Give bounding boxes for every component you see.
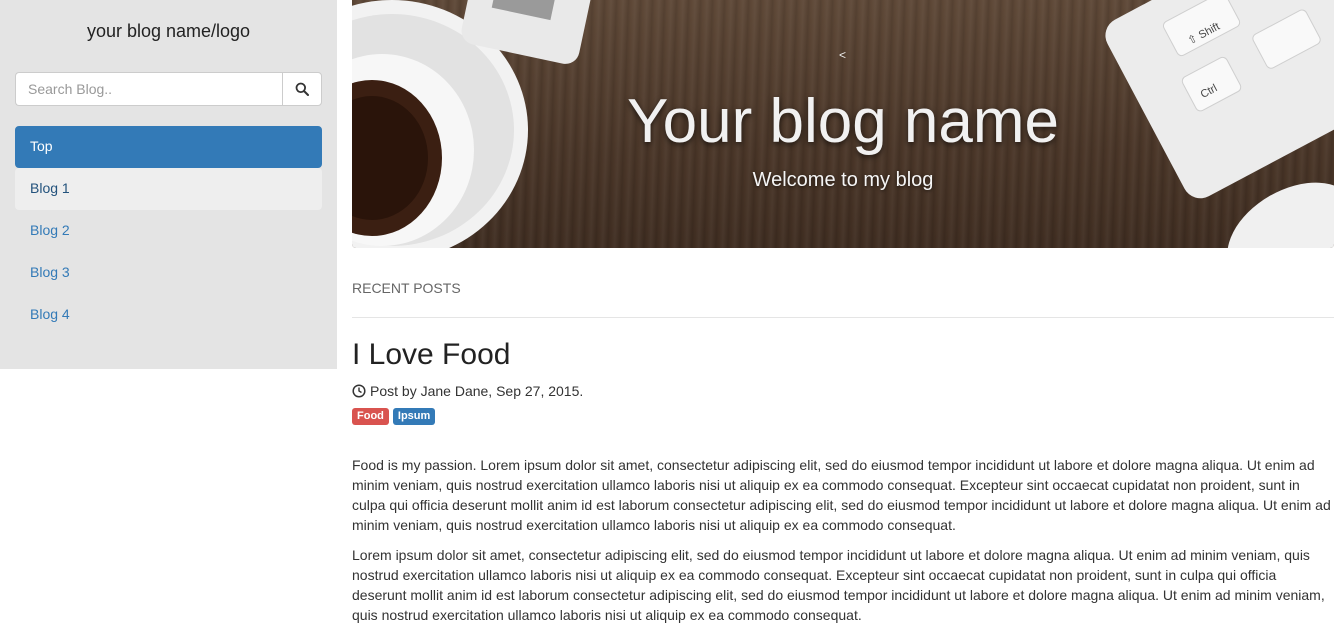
hero-subtitle: Welcome to my blog <box>752 169 934 191</box>
hero-title: Your blog name <box>626 87 1060 156</box>
post-title[interactable]: I Love Food <box>352 338 1334 372</box>
tag-ipsum[interactable]: Ipsum <box>392 408 436 425</box>
post-body: Food is my passion. Lorem ipsum dolor si… <box>352 455 1334 625</box>
search-input[interactable] <box>15 72 282 106</box>
clock-icon <box>352 384 366 398</box>
blog-logo[interactable]: your blog name/logo <box>15 0 322 72</box>
search-button[interactable] <box>282 72 322 106</box>
sidebar-item-blog-4[interactable]: Blog 4 <box>15 294 322 336</box>
sidebar-item-blog-1[interactable]: Blog 1 <box>15 168 322 210</box>
section-heading: RECENT POSTS <box>352 280 1334 318</box>
post-paragraph: Lorem ipsum dolor sit amet, consectetur … <box>352 547 1325 623</box>
sidebar-item-blog-3[interactable]: Blog 3 <box>15 252 322 294</box>
sidebar-nav: Top Blog 1 Blog 2 Blog 3 Blog 4 <box>15 126 322 336</box>
main-content: RECENT POSTS I Love Food Post by Jane Da… <box>352 248 1334 635</box>
carousel-prev-icon[interactable]: < <box>839 48 846 62</box>
post-paragraph: Food is my passion. Lorem ipsum dolor si… <box>352 457 1331 533</box>
sidebar-item-top[interactable]: Top <box>15 126 322 168</box>
search-bar <box>15 72 322 106</box>
hero-banner: ⇧ Shift Ctrl < Your blog name Welcome to… <box>352 0 1334 248</box>
sidebar: your blog name/logo Top Blog 1 Blog 2 Bl… <box>0 0 337 369</box>
sidebar-item-blog-2[interactable]: Blog 2 <box>15 210 322 252</box>
post-tags: Food Ipsum <box>352 408 1334 425</box>
search-icon <box>295 82 309 96</box>
post-meta-text: Post by Jane Dane, Sep 27, 2015. <box>370 383 584 399</box>
post-meta: Post by Jane Dane, Sep 27, 2015. <box>352 383 1334 399</box>
tag-food[interactable]: Food <box>352 408 389 425</box>
